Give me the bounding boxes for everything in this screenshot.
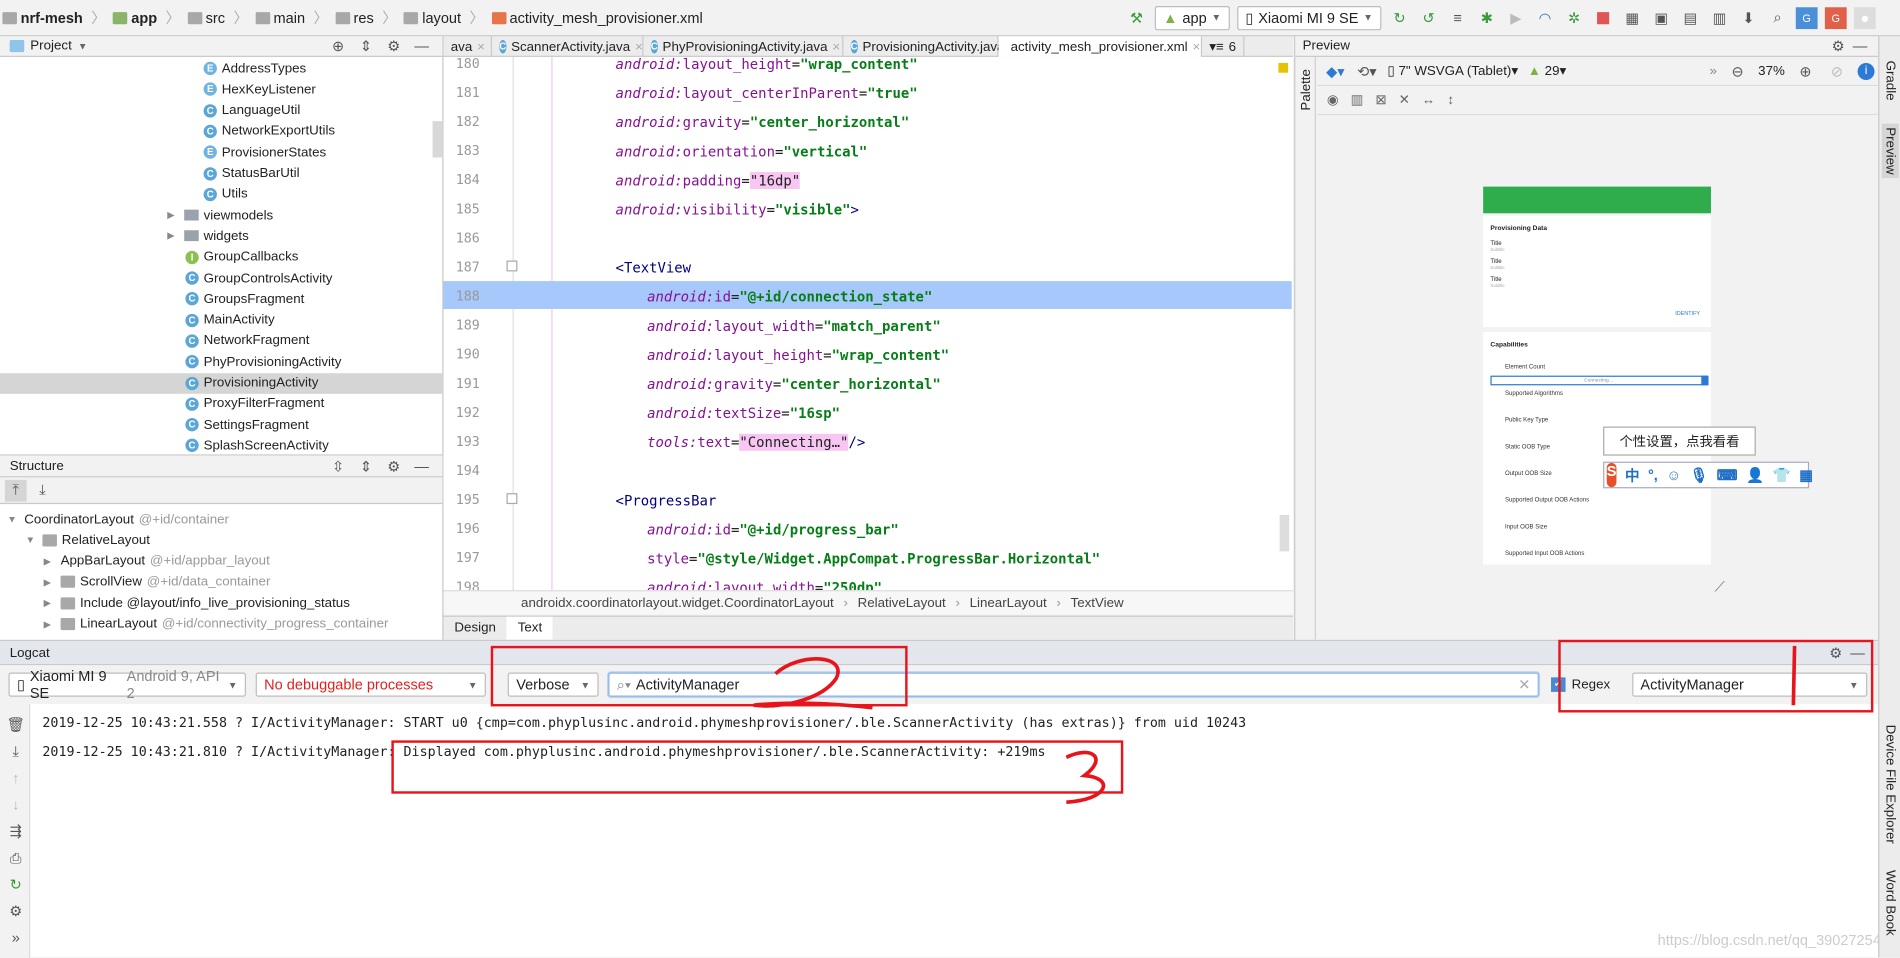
annotation-mark-3 [1065,750,1106,804]
annotation-mark-1 [1791,645,1797,706]
annotation-marks [753,645,1797,804]
android-studio-window: nrf-mesh 〉 app 〉 src 〉 main 〉 res 〉 layout 〉 activit… [0,0,1900,958]
annotation-mark-2 [753,656,873,710]
